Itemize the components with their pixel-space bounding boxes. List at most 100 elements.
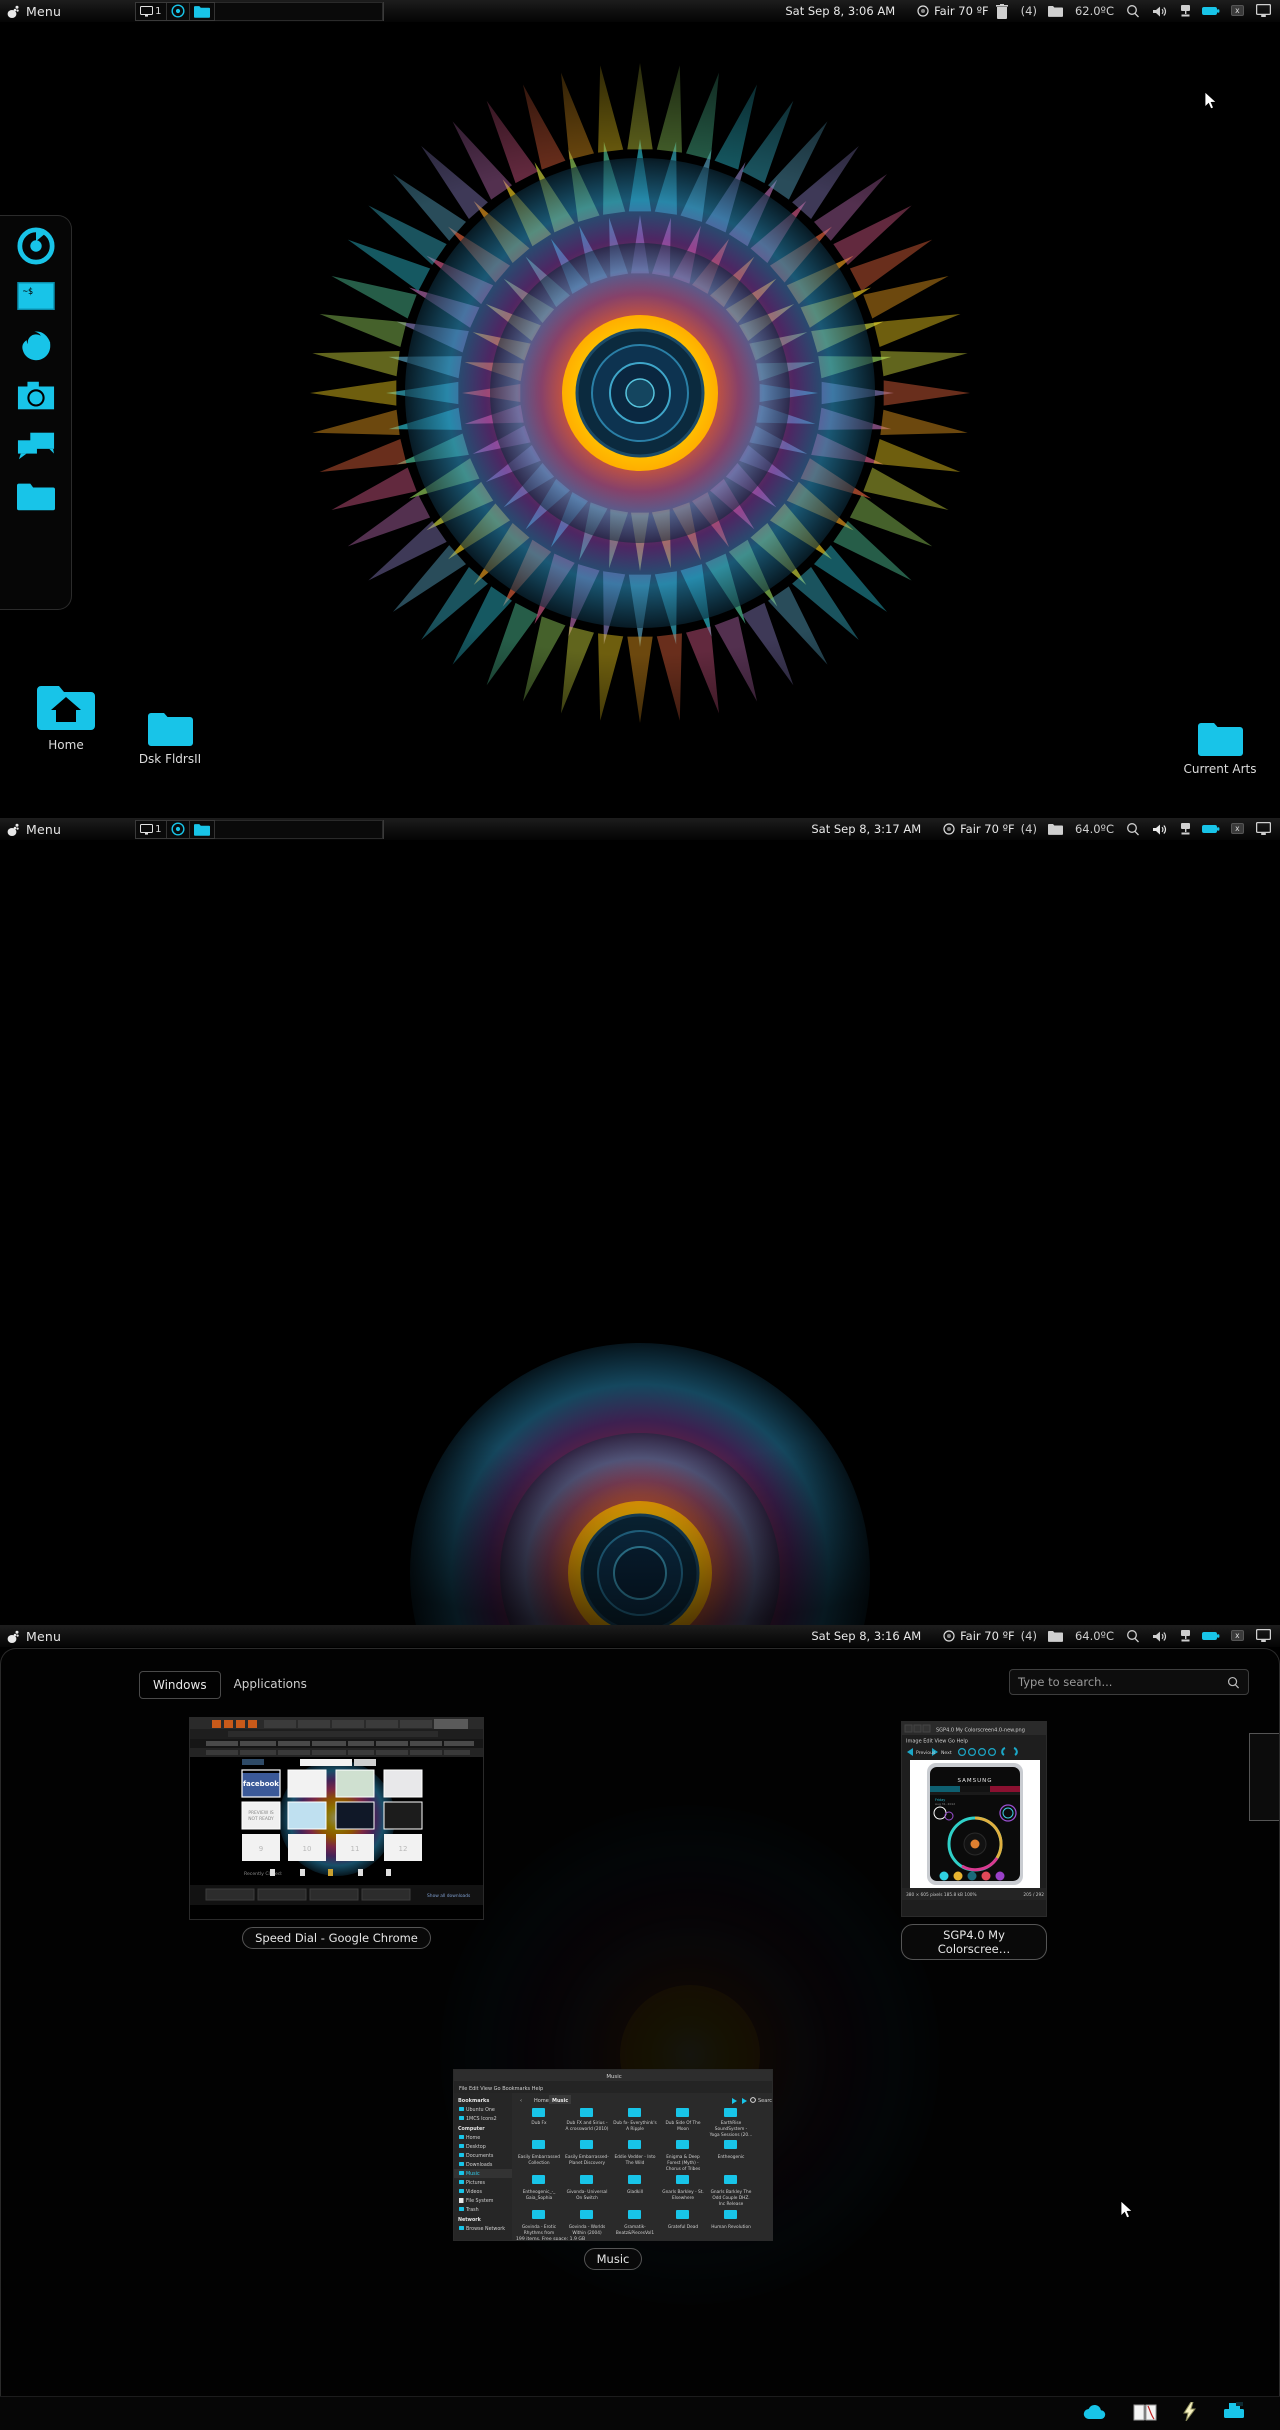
window-thumb-chrome[interactable]: facebook PREVIEW IS NOT READY 9 10 11 12… [189,1717,484,1949]
battery-icon[interactable] [1198,0,1224,23]
task-files[interactable] [190,820,215,838]
battery-icon[interactable] [1198,1625,1224,1648]
svg-text:Gaia_Sophia: Gaia_Sophia [526,2195,553,2201]
menu-button[interactable]: Menu [26,4,61,19]
menu-foot-icon[interactable] [0,822,26,837]
search-placeholder: Type to search... [1018,1675,1113,1689]
svg-text:Dub FX and Sirius -: Dub FX and Sirius - [566,2120,608,2126]
svg-text:SAMSUNG: SAMSUNG [958,1778,993,1784]
network-icon[interactable] [1172,818,1198,841]
folder-icon[interactable] [1043,818,1069,841]
trash-icon[interactable] [989,0,1015,23]
folder-icon[interactable] [1043,0,1069,23]
network-icon[interactable] [1172,1625,1198,1648]
volume-icon[interactable] [1146,0,1172,23]
svg-text:Gladkill: Gladkill [627,2189,643,2195]
book-icon[interactable] [1133,2403,1157,2425]
weather-indicator[interactable]: Fair 70 ºF [943,822,1015,836]
svg-text:Easily Embarrassed: Easily Embarrassed [518,2154,560,2160]
weather-indicator[interactable]: Fair 70 ºF [943,1629,1015,1643]
wallpaper-mandala-2 [0,818,1280,1625]
side-preview-panel[interactable] [1249,1733,1279,1821]
svg-text:Home: Home [466,2135,480,2141]
display-icon[interactable] [1250,1625,1276,1648]
cpu-temperature[interactable]: 64.0ºC [1069,1625,1120,1648]
svg-text:Downloads: Downloads [466,2162,493,2168]
desktop-icon-current-arts[interactable]: Current Arts [1160,722,1280,776]
svg-text:A Ripple: A Ripple [626,2126,644,2132]
menu-foot-icon[interactable] [0,1629,26,1644]
workspace-number: 1 [155,823,162,835]
menu-button[interactable]: Menu [26,822,61,837]
close-session-icon[interactable]: x [1224,0,1250,23]
chat-icon[interactable] [16,426,56,466]
task-files[interactable] [190,2,215,20]
svg-text:Documents: Documents [466,2153,494,2159]
task-chrome[interactable] [167,820,190,838]
svg-text:SGP4.0 My Colorscreen4.0-new.p: SGP4.0 My Colorscreen4.0-new.png [936,1728,1025,1734]
close-session-icon[interactable]: x [1224,818,1250,841]
svg-text:SoundSystem -: SoundSystem - [715,2126,748,2132]
task-list[interactable] [214,1,383,21]
network-icon[interactable] [1172,0,1198,23]
svg-text:Ubuntu One: Ubuntu One [466,2107,495,2113]
switcher-search[interactable]: Type to search... [1009,1669,1249,1695]
cpu-temperature[interactable]: 62.0ºC [1069,0,1120,23]
svg-text:Entheogenic: Entheogenic [718,2154,745,2160]
clock[interactable]: Sat Sep 8, 3:17 AM [811,822,921,836]
firefox-icon[interactable] [16,326,56,366]
workspace-switcher[interactable]: 1 [135,819,384,839]
task-list[interactable] [214,819,383,839]
printer-icon[interactable] [1222,2402,1246,2425]
desktop-icon-dsk-fldrs[interactable]: Dsk FldrsII [110,712,230,766]
update-count[interactable]: (4) [1015,0,1043,23]
svg-text:Moon: Moon [677,2126,689,2132]
svg-text:Rhythms from: Rhythms from [524,2230,554,2236]
svg-text:Desktop: Desktop [466,2144,486,2150]
menu-foot-icon[interactable] [0,4,26,19]
volume-icon[interactable] [1146,1625,1172,1648]
workspace-1[interactable]: 1 [136,820,167,838]
workspace-switcher[interactable]: 1 [135,1,384,21]
svg-text:facebook: facebook [243,1780,279,1788]
folder-icon[interactable] [1043,1625,1069,1648]
svg-text:A crossworld (2010): A crossworld (2010) [566,2126,609,2132]
wallpaper-mandala [0,0,1280,818]
tab-windows[interactable]: Windows [139,1671,221,1699]
cloud-icon[interactable] [1083,2403,1107,2424]
weather-text: Fair 70 ºF [960,822,1015,836]
menu-button[interactable]: Menu [26,1629,61,1644]
weather-indicator[interactable]: Fair 70 ºF [917,4,989,18]
clock[interactable]: Sat Sep 8, 3:16 AM [811,1629,921,1643]
svg-text:Network: Network [458,2217,482,2223]
tab-applications[interactable]: Applications [221,1671,320,1699]
svg-text:Gnarls Barkley - St.: Gnarls Barkley - St. [662,2189,704,2195]
terminal-icon[interactable]: ~$ [16,276,56,316]
svg-text:Chorus of Tribes: Chorus of Tribes [666,2166,701,2172]
volume-icon[interactable] [1146,818,1172,841]
svg-text:Beatz&PiecesVol1: Beatz&PiecesVol1 [616,2230,655,2236]
svg-text:Dub fx- Everythink's: Dub fx- Everythink's [613,2120,657,2126]
clock[interactable]: Sat Sep 8, 3:06 AM [785,4,895,18]
task-chrome[interactable] [167,2,190,20]
display-icon[interactable] [1250,0,1276,23]
window-thumb-music[interactable]: Music File Edit View Go Bookmarks Help B… [453,2069,773,2270]
svg-text:Dub Side Of The: Dub Side Of The [665,2120,700,2126]
search-icon[interactable] [1120,1625,1146,1648]
lightning-icon[interactable] [1183,2401,1196,2425]
files-icon[interactable] [16,476,56,516]
display-icon[interactable] [1250,818,1276,841]
desktop-icon-home[interactable]: Home [6,684,126,752]
battery-icon[interactable] [1198,818,1224,841]
update-count[interactable]: (4) [1015,818,1043,841]
system-tray: (4) 64.0ºC x [1015,818,1280,841]
close-session-icon[interactable]: x [1224,1625,1250,1648]
window-thumb-image-viewer[interactable]: SGP4.0 My Colorscreen4.0-new.png Image E… [901,1721,1047,1960]
chrome-icon[interactable] [16,226,56,266]
camera-icon[interactable] [16,376,56,416]
update-count[interactable]: (4) [1015,1625,1043,1648]
search-icon[interactable] [1120,0,1146,23]
workspace-1[interactable]: 1 [136,2,167,20]
search-icon[interactable] [1120,818,1146,841]
cpu-temperature[interactable]: 64.0ºC [1069,818,1120,841]
